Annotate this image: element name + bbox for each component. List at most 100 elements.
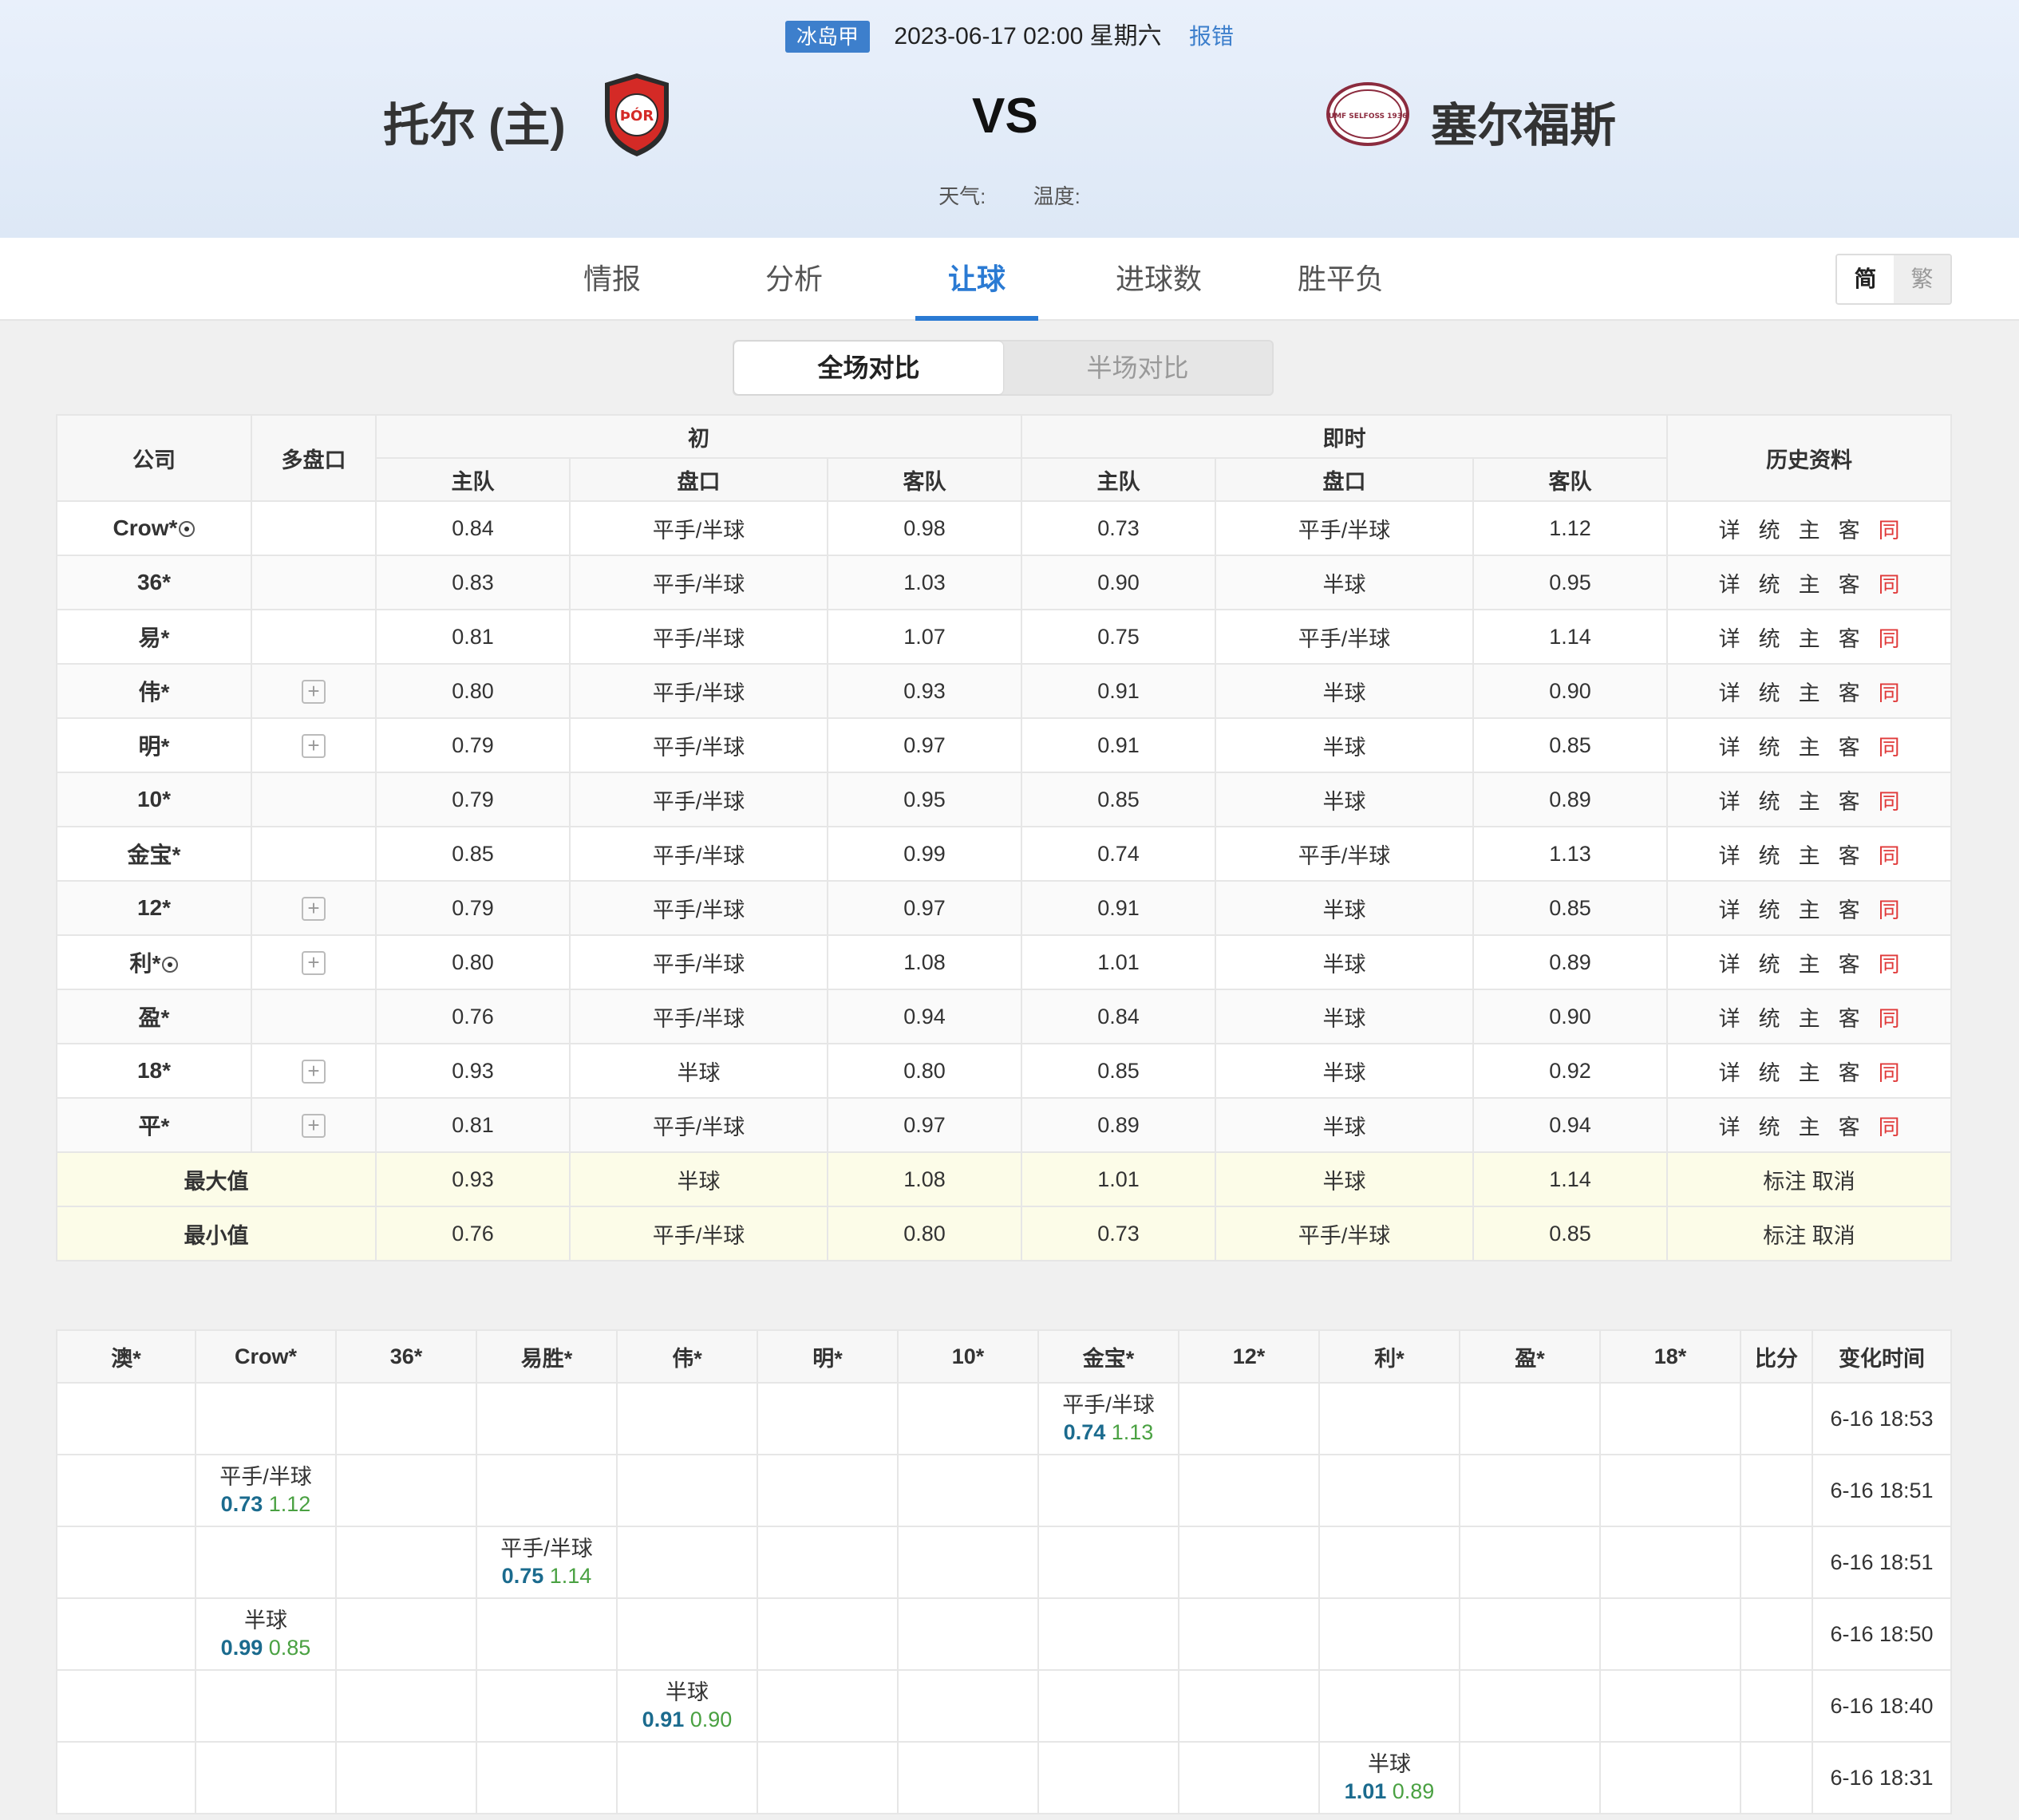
same-odds-link[interactable]: 同 [1869, 893, 1909, 924]
home-history-link[interactable]: 主 [1789, 1056, 1829, 1087]
stats-link[interactable]: 统 [1749, 893, 1789, 924]
same-odds-link[interactable]: 同 [1869, 1056, 1909, 1087]
away-history-link[interactable]: 客 [1829, 676, 1869, 707]
company-cell[interactable]: 10* [56, 772, 252, 827]
detail-link[interactable]: 详 [1709, 1110, 1749, 1141]
change-away-odds: 0.90 [689, 1707, 733, 1731]
same-odds-link[interactable]: 同 [1869, 567, 1909, 598]
simplified-chinese-button[interactable]: 简 [1837, 255, 1894, 303]
detail-link[interactable]: 详 [1709, 513, 1749, 544]
detail-link[interactable]: 详 [1709, 784, 1749, 815]
stats-link[interactable]: 统 [1749, 622, 1789, 653]
stats-link[interactable]: 统 [1749, 947, 1789, 978]
away-history-link[interactable]: 客 [1829, 1110, 1869, 1141]
home-history-link[interactable]: 主 [1789, 622, 1829, 653]
detail-link[interactable]: 详 [1709, 839, 1749, 870]
expand-plus-icon[interactable]: + [302, 950, 326, 975]
home-history-link[interactable]: 主 [1789, 947, 1829, 978]
home-history-link[interactable]: 主 [1789, 513, 1829, 544]
detail-link[interactable]: 详 [1709, 730, 1749, 761]
away-history-link[interactable]: 客 [1829, 1001, 1869, 1032]
multi-line-cell [251, 772, 377, 827]
expand-plus-icon[interactable]: + [302, 679, 326, 704]
company-cell[interactable]: 明* [56, 717, 252, 773]
company-cell[interactable]: 利* [56, 934, 252, 990]
expand-plus-icon[interactable]: + [302, 733, 326, 758]
tab-total-goals[interactable]: 进球数 [1097, 238, 1220, 321]
away-history-link[interactable]: 客 [1829, 622, 1869, 653]
same-odds-link[interactable]: 同 [1869, 1001, 1909, 1032]
odds-row: 盈* 0.76 平手/半球 0.94 0.84 半球 0.90 详统主客同 [56, 989, 1953, 1044]
expand-plus-icon[interactable]: + [302, 1059, 326, 1084]
home-history-link[interactable]: 主 [1789, 893, 1829, 924]
same-odds-link[interactable]: 同 [1869, 622, 1909, 653]
home-history-link[interactable]: 主 [1789, 567, 1829, 598]
away-history-link[interactable]: 客 [1829, 1056, 1869, 1087]
same-odds-link[interactable]: 同 [1869, 676, 1909, 707]
away-history-link[interactable]: 客 [1829, 947, 1869, 978]
stats-link[interactable]: 统 [1749, 1001, 1789, 1032]
detail-link[interactable]: 详 [1709, 567, 1749, 598]
detail-link[interactable]: 详 [1709, 622, 1749, 653]
detail-link[interactable]: 详 [1709, 1056, 1749, 1087]
home-history-link[interactable]: 主 [1789, 730, 1829, 761]
away-history-link[interactable]: 客 [1829, 567, 1869, 598]
stats-link[interactable]: 统 [1749, 513, 1789, 544]
company-cell[interactable]: 盈* [56, 989, 252, 1044]
same-odds-link[interactable]: 同 [1869, 730, 1909, 761]
same-odds-link[interactable]: 同 [1869, 839, 1909, 870]
detail-link[interactable]: 详 [1709, 1001, 1749, 1032]
home-history-link[interactable]: 主 [1789, 676, 1829, 707]
expand-plus-icon[interactable]: + [302, 1113, 326, 1138]
traditional-chinese-button[interactable]: 繁 [1894, 255, 1950, 303]
detail-link[interactable]: 详 [1709, 893, 1749, 924]
stats-link[interactable]: 统 [1749, 1056, 1789, 1087]
company-cell[interactable]: 12* [56, 880, 252, 936]
away-team-name[interactable]: 塞尔福斯 [1431, 88, 1616, 155]
home-history-link[interactable]: 主 [1789, 839, 1829, 870]
detail-link[interactable]: 详 [1709, 676, 1749, 707]
company-cell[interactable]: 金宝* [56, 826, 252, 882]
same-odds-link[interactable]: 同 [1869, 784, 1909, 815]
away-history-link[interactable]: 客 [1829, 839, 1869, 870]
stats-link[interactable]: 统 [1749, 784, 1789, 815]
initial-handicap-cell: 平手/半球 [569, 717, 828, 773]
home-history-link[interactable]: 主 [1789, 1001, 1829, 1032]
stats-link[interactable]: 统 [1749, 839, 1789, 870]
mark-cancel-action[interactable]: 标注 取消 [1666, 1206, 1953, 1261]
stats-link[interactable]: 统 [1749, 567, 1789, 598]
away-history-link[interactable]: 客 [1829, 730, 1869, 761]
expand-plus-icon[interactable]: + [302, 896, 326, 921]
stats-link[interactable]: 统 [1749, 730, 1789, 761]
tab-analysis[interactable]: 分析 [733, 238, 855, 321]
tab-handicap[interactable]: 让球 [915, 238, 1038, 321]
same-odds-link[interactable]: 同 [1869, 1110, 1909, 1141]
home-team-name[interactable]: 托尔 (主) [383, 88, 566, 155]
full-time-compare-button[interactable]: 全场对比 [734, 341, 1003, 394]
tab-1x2[interactable]: 胜平负 [1279, 238, 1402, 321]
company-cell[interactable]: 18* [56, 1043, 252, 1099]
away-history-link[interactable]: 客 [1829, 784, 1869, 815]
same-odds-link[interactable]: 同 [1869, 513, 1909, 544]
away-history-link[interactable]: 客 [1829, 513, 1869, 544]
home-history-link[interactable]: 主 [1789, 784, 1829, 815]
company-cell[interactable]: 易* [56, 609, 252, 665]
mark-cancel-action[interactable]: 标注 取消 [1666, 1151, 1953, 1207]
away-team-logo[interactable]: UMF SELFOSS 1936 [1325, 80, 1411, 148]
home-history-link[interactable]: 主 [1789, 1110, 1829, 1141]
home-team-logo[interactable]: ÞÓR [597, 70, 677, 160]
league-badge[interactable]: 冰岛甲 [785, 21, 871, 53]
empty-cell [757, 1741, 899, 1814]
company-cell[interactable]: 平* [56, 1097, 252, 1153]
tab-intel[interactable]: 情报 [551, 238, 674, 321]
stats-link[interactable]: 统 [1749, 676, 1789, 707]
half-time-compare-button[interactable]: 半场对比 [1003, 341, 1272, 394]
company-cell[interactable]: Crow* [56, 500, 252, 556]
same-odds-link[interactable]: 同 [1869, 947, 1909, 978]
stats-link[interactable]: 统 [1749, 1110, 1789, 1141]
detail-link[interactable]: 详 [1709, 947, 1749, 978]
report-error-link[interactable]: 报错 [1189, 18, 1234, 55]
company-cell[interactable]: 36* [56, 555, 252, 610]
away-history-link[interactable]: 客 [1829, 893, 1869, 924]
company-cell[interactable]: 伟* [56, 663, 252, 719]
